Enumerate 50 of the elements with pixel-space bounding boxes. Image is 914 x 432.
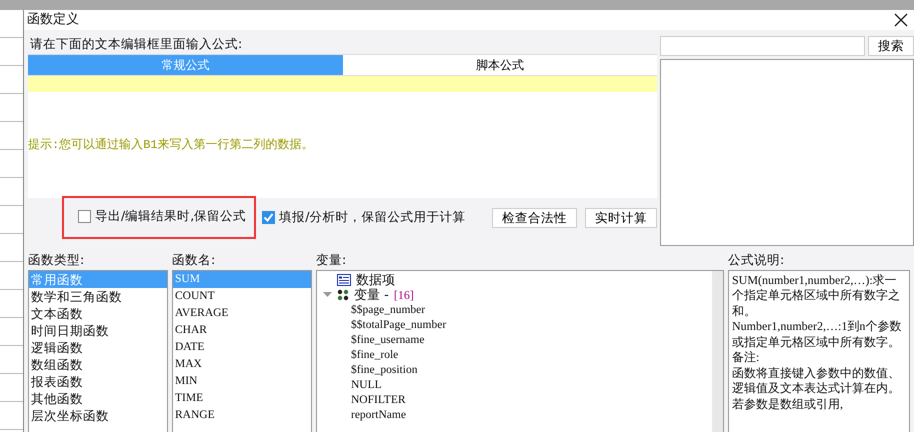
tree-item[interactable]: $$totalPage_number [351,318,446,332]
tree-item[interactable]: $$page_number [351,302,426,318]
list-item[interactable]: 数组函数 [29,356,167,372]
tree-item[interactable]: 数据项 [356,272,395,288]
tree-item[interactable]: reportName [351,408,406,422]
list-item[interactable]: 文本函数 [29,304,167,322]
list-item[interactable]: MIN [173,372,311,390]
count-label: [16] [394,288,414,302]
tree-item[interactable]: NULL [351,378,382,392]
tree-item[interactable]: $fine_role [351,348,398,362]
variables-icon [337,289,349,301]
table-icon [337,274,351,286]
hint-text: 提示:您可以通过输入B1来写入第一行第二列的数据。 [28,136,314,154]
list-item[interactable]: AVERAGE [173,304,311,322]
checkbox[interactable] [78,210,91,222]
checkbox-label[interactable]: 填报/分析时，保留公式用于计算 [279,208,466,227]
list-item[interactable]: 数学和三角函数 [29,288,167,304]
action-button[interactable]: 实时计算 [585,208,657,228]
window-title: 函数定义 [27,11,79,29]
description-text: 函数将直接键入参数中的数值、逻辑值及文本表达式计算在内。若参数是数组或引用, [732,366,901,412]
list-heading: 函数名: [172,250,216,268]
list-heading: 公式说明: [728,250,786,268]
list-item[interactable]: DATE [173,338,311,356]
description-text: 备注: [732,350,760,366]
list-item[interactable]: 逻辑函数 [29,338,167,356]
checkbox-label[interactable]: 导出/编辑结果时,保留公式 [95,206,246,226]
list-item[interactable]: 层次坐标函数 [29,406,167,424]
description-text: SUM(number1,number2,…):求一个指定单元格区域中所有数字之和。 [732,272,901,319]
list-heading: 函数类型: [28,250,86,268]
list-item[interactable]: COUNT [173,288,311,304]
list-heading: 变量: [316,250,348,268]
list-item[interactable]: RANGE [173,406,311,424]
close-icon[interactable] [894,12,908,27]
action-button[interactable]: 检查合法性 [492,208,577,228]
list-item[interactable]: TIME [173,390,311,406]
scrollbar[interactable] [712,270,723,432]
tree-item[interactable]: NOFILTER [351,392,406,408]
list-item[interactable]: 其他函数 [29,390,167,406]
list-item[interactable]: MAX [173,356,311,372]
list-item[interactable]: 报表函数 [29,372,167,390]
tree-item[interactable]: $fine_username [351,332,424,348]
search-field[interactable] [660,36,865,56]
checkbox[interactable] [262,211,276,224]
tree-item[interactable]: $fine_position [351,362,418,378]
editor-prompt: 请在下面的文本编辑框里面输入公式: [29,34,244,52]
search-button[interactable]: 搜索 [868,36,914,56]
tree-item[interactable]: 变量 - [354,288,389,302]
list-item[interactable]: 时间日期函数 [29,322,167,338]
list-item[interactable]: CHAR [173,322,311,338]
description-text: Number1,number2,…:1到n个参数或指定单元格区域中所有数字。 [732,319,902,350]
